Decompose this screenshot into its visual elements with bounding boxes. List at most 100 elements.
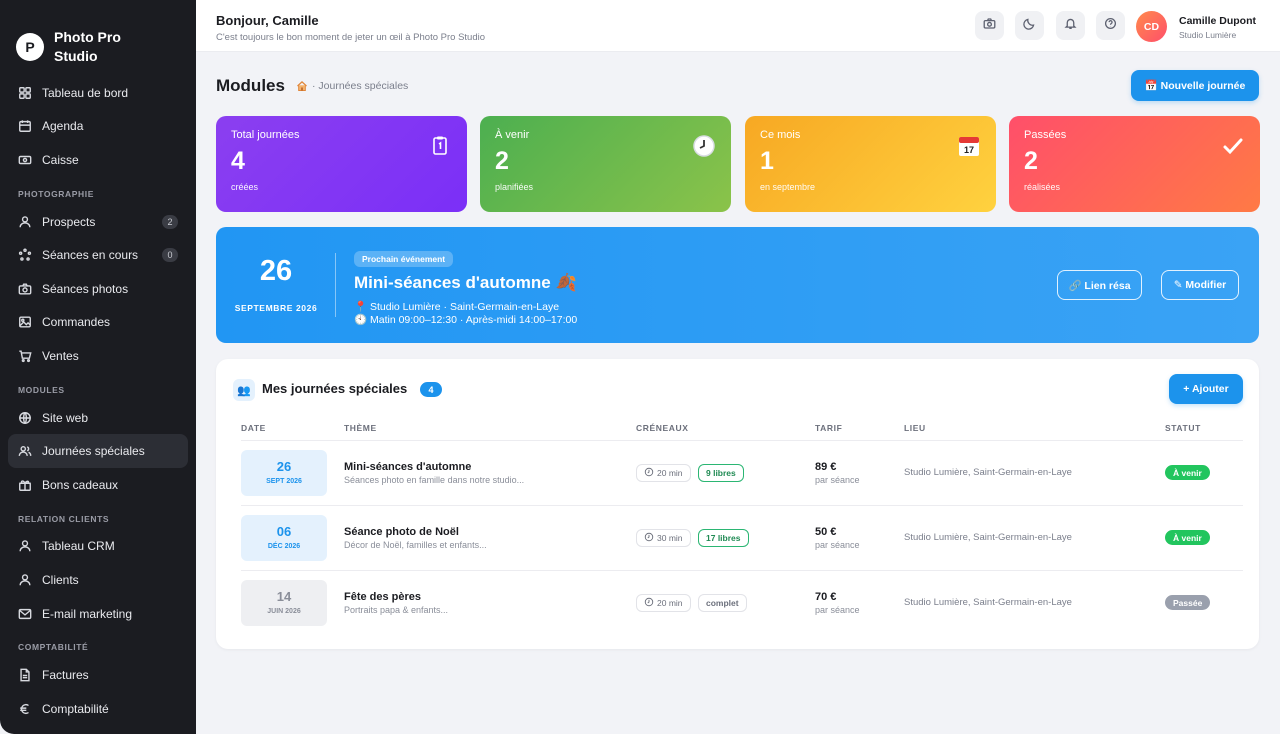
sidebar-item-ventes[interactable]: Ventes <box>8 339 188 373</box>
count-badge: 4 <box>420 382 442 397</box>
avatar[interactable]: CD <box>1136 11 1167 42</box>
row-month: DÉC 2026 <box>267 543 301 550</box>
row-place: Studio Lumière, Saint-Germain-en-Laye <box>904 532 1072 543</box>
users-icon <box>18 444 32 458</box>
row-price-unit: par séance <box>815 540 860 550</box>
table-row[interactable]: 26 SEPT 2026 Mini-séances d'automne Séan… <box>241 441 1243 506</box>
add-button[interactable]: + Ajouter <box>1169 374 1243 404</box>
stat-sub: réalisées <box>1024 182 1061 192</box>
breadcrumb: · Journées spéciales <box>296 80 408 92</box>
sidebar-item-bons-cadeaux[interactable]: Bons cadeaux <box>8 468 188 502</box>
sidebar-item-journees-speciales[interactable]: Journées spéciales <box>8 434 188 468</box>
sidebar-item-seances-photos[interactable]: Séances photos <box>8 272 188 306</box>
status-badge: À venir <box>1165 530 1210 545</box>
stat-card-past: Passées 2 réalisées <box>1009 116 1260 212</box>
sidebar-item-site-web[interactable]: Site web <box>8 401 188 435</box>
sidebar-item-label: Tableau de bord <box>42 85 129 100</box>
sidebar-item-comptabilite[interactable]: Comptabilité <box>8 692 188 726</box>
moon-icon <box>1023 17 1036 35</box>
sidebar-item-email-marketing[interactable]: E-mail marketing <box>8 597 188 631</box>
column-header-date[interactable]: DATE <box>241 423 266 433</box>
greeting: Bonjour, Camille C'est toujours le bon m… <box>216 13 485 43</box>
sidebar-item-clients[interactable]: Clients <box>8 563 188 597</box>
user-icon <box>18 573 32 587</box>
booking-link-button[interactable]: 🔗 Lien résa <box>1057 270 1142 300</box>
duration-label: 30 min <box>657 533 683 543</box>
panel-title: Mes journées spéciales <box>262 381 408 396</box>
nav-section-modules: MODULES <box>18 384 65 395</box>
camera-icon <box>18 282 32 296</box>
sidebar-item-label: Caisse <box>42 152 79 167</box>
notifications-button[interactable] <box>1056 11 1085 40</box>
sidebar-item-factures[interactable]: Factures <box>8 658 188 692</box>
camera-button[interactable] <box>975 11 1004 40</box>
nav-section-photographie: PHOTOGRAPHIE <box>18 188 94 199</box>
home-icon[interactable] <box>296 80 308 92</box>
gift-icon <box>18 478 32 492</box>
sidebar-item-tableau-de-bord[interactable]: Tableau de bord <box>8 76 188 110</box>
row-price: 89 € <box>815 461 837 473</box>
column-header-price[interactable]: TARIF <box>815 423 842 433</box>
row-title: Fête des pères <box>344 591 422 603</box>
sidebar-item-label: Séances photos <box>42 281 129 296</box>
duration-label: 20 min <box>657 598 683 608</box>
greeting-title: Bonjour, Camille <box>216 13 319 28</box>
sidebar-item-seances-en-cours[interactable]: Séances en cours 0 <box>8 238 188 272</box>
mail-icon <box>18 607 32 621</box>
sidebar-item-label: Journées spéciales <box>42 444 145 459</box>
user-info[interactable]: Camille Dupont Studio Lumière <box>1179 15 1256 40</box>
column-header-status[interactable]: STATUT <box>1165 423 1201 433</box>
sidebar-item-label: Séances en cours <box>42 248 139 263</box>
users-icon: 👥 <box>233 379 255 401</box>
sidebar-item-label: Site web <box>42 410 89 425</box>
nav-section-relation-clients: RELATION CLIENTS <box>18 513 110 524</box>
row-place: Studio Lumière, Saint-Germain-en-Laye <box>904 597 1072 608</box>
stat-sub: en septembre <box>760 182 816 192</box>
table-row[interactable]: 14 JUIN 2026 Fête des pères Portraits pa… <box>241 571 1243 636</box>
stat-value: 4 <box>231 147 245 175</box>
sidebar-item-commandes[interactable]: Commandes <box>8 306 188 340</box>
status-badge: À venir <box>1165 465 1210 480</box>
slots-chip: 9 libres <box>698 464 744 482</box>
brand[interactable]: P Photo Pro Studio <box>0 0 196 76</box>
stat-card-upcoming: À venir 2 planifiées <box>480 116 731 212</box>
sidebar-item-agenda[interactable]: Agenda <box>8 110 188 144</box>
dark-mode-button[interactable] <box>1015 11 1044 40</box>
date-box: 14 JUIN 2026 <box>241 580 327 626</box>
row-day: 06 <box>276 524 292 539</box>
column-header-place[interactable]: LIEU <box>904 423 926 433</box>
file-icon <box>18 668 32 682</box>
sidebar-item-tableau-crm[interactable]: Tableau CRM <box>8 530 188 564</box>
sidebar: P Photo Pro Studio Tableau de bord Agend… <box>0 0 196 734</box>
row-price: 50 € <box>815 526 837 538</box>
row-title: Séance photo de Noël <box>344 526 459 538</box>
spinner-icon <box>18 248 32 262</box>
sidebar-item-prospects[interactable]: Prospects 2 <box>8 205 188 239</box>
stat-card-this-month: Ce mois 1 en septembre 17 <box>745 116 996 212</box>
user-org: Studio Lumière <box>1179 30 1237 40</box>
row-place: Studio Lumière, Saint-Germain-en-Laye <box>904 467 1072 478</box>
sidebar-item-caisse[interactable]: Caisse <box>8 143 188 177</box>
clock-icon <box>644 597 657 609</box>
event-title: Mini-séances d'automne 🍂 <box>354 273 577 292</box>
help-button[interactable] <box>1096 11 1125 40</box>
calendar-icon: 17 <box>957 134 981 158</box>
row-month: SEPT 2026 <box>266 478 302 485</box>
stat-label: Passées <box>1024 129 1067 141</box>
column-header-slots[interactable]: CRÉNEAUX <box>636 423 689 433</box>
event-location: 📍 Studio Lumière · Saint-Germain-en-Laye <box>354 301 560 313</box>
new-day-button[interactable]: 📅 Nouvelle journée <box>1131 70 1259 101</box>
stat-sub: créées <box>231 182 259 192</box>
grid-icon <box>18 86 32 100</box>
next-event-pill: Prochain événement <box>354 251 454 267</box>
sidebar-item-label: Ventes <box>42 348 79 363</box>
divider <box>335 253 336 317</box>
duration-chip: 20 min <box>636 464 691 482</box>
column-header-theme[interactable]: THÈME <box>344 423 377 433</box>
table-row[interactable]: 06 DÉC 2026 Séance photo de Noël Décor d… <box>241 506 1243 571</box>
stat-label: Ce mois <box>760 129 801 141</box>
event-day: 26 <box>259 255 293 287</box>
stat-value: 2 <box>1024 147 1038 175</box>
edit-event-button[interactable]: ✎ Modifier <box>1161 270 1239 300</box>
event-month: SEPTEMBRE 2026 <box>234 303 318 313</box>
